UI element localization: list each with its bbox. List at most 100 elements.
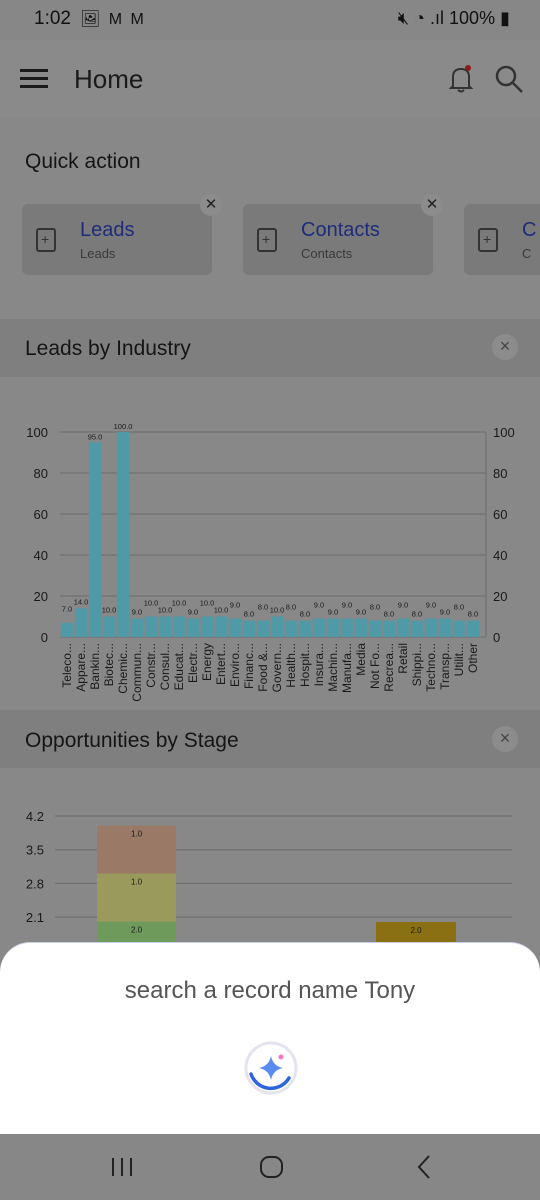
- notification-bell-icon[interactable]: [448, 64, 474, 94]
- chart-bar: [312, 618, 326, 637]
- chart-bar: [270, 616, 284, 637]
- quick-action-label: Leads: [80, 219, 135, 241]
- x-tick-label: Health...: [284, 643, 298, 688]
- y-tick-label: 2.8: [26, 876, 44, 891]
- data-label: 9.0: [328, 608, 338, 617]
- data-label: 8.0: [244, 610, 254, 619]
- data-label: 8.0: [300, 610, 310, 619]
- data-label: 2.0: [131, 926, 143, 935]
- app-bar: Home: [0, 40, 540, 118]
- x-tick-label: Chemic...: [116, 643, 130, 694]
- x-tick-label: Food &...: [256, 643, 270, 692]
- remove-contacts-close-icon[interactable]: ✕: [421, 194, 443, 216]
- x-tick-label: Educat...: [172, 643, 186, 690]
- data-label: 10.0: [214, 606, 229, 615]
- x-tick-label: Govern...: [270, 643, 284, 692]
- chart-bar: [214, 616, 228, 637]
- chart-bar: [326, 618, 340, 637]
- data-label: 14.0: [74, 597, 89, 606]
- menu-icon[interactable]: [20, 69, 48, 89]
- x-tick-label: Machin...: [326, 643, 340, 692]
- chart-bar: [102, 616, 116, 637]
- x-tick-label: Appare...: [74, 643, 88, 692]
- y-tick-label-left: 100: [26, 425, 48, 440]
- x-tick-label: Consul...: [158, 643, 172, 690]
- chart-bar: [60, 622, 74, 637]
- quick-action-sub: C: [522, 246, 532, 261]
- quick-action-sub: Contacts: [301, 246, 353, 261]
- x-tick-label: Media: [354, 643, 368, 676]
- leads-by-industry-chart: 0 0 20 20 40 40 60 60 80 80 100 100 7.0 Teleco... 14.0…: [26, 422, 514, 702]
- assistant-query-text: search a record name Tony: [124, 977, 416, 1004]
- leads-by-industry-title: Leads by Industry: [25, 337, 191, 360]
- data-label: 8.0: [454, 603, 464, 612]
- y-tick-label-right: 0: [493, 630, 500, 645]
- data-label: 1.0: [131, 830, 143, 839]
- y-tick-label-left: 20: [34, 589, 48, 604]
- data-label: 95.0: [88, 432, 103, 441]
- chart-bar: [396, 618, 410, 637]
- x-tick-label: Financ...: [242, 643, 256, 689]
- back-icon[interactable]: [414, 1152, 434, 1182]
- data-label: 8.0: [468, 610, 478, 619]
- data-label: 9.0: [356, 608, 366, 617]
- leads-chart-close-icon[interactable]: ×: [492, 334, 518, 360]
- recent-apps-icon[interactable]: [110, 1152, 134, 1182]
- assistant-sparkle-icon[interactable]: [243, 1040, 299, 1096]
- data-label: 10.0: [172, 599, 187, 608]
- chart-bar: [172, 616, 186, 637]
- x-tick-label: Enviro...: [228, 643, 242, 687]
- data-label: 100.0: [114, 422, 133, 431]
- status-bar: 1:02 🖼 M M 🔇︎ ◔ .ıl 100% ▮: [0, 0, 540, 40]
- x-tick-label: Recrea...: [382, 643, 396, 692]
- system-nav-bar: [0, 1134, 540, 1200]
- quick-action-third[interactable]: C C: [464, 204, 540, 275]
- remove-leads-close-icon[interactable]: ✕: [200, 194, 222, 216]
- x-tick-label: Constr...: [144, 643, 158, 688]
- search-icon[interactable]: [494, 64, 524, 94]
- x-tick-label: Transp...: [438, 643, 452, 690]
- x-tick-label: Energy: [200, 643, 214, 681]
- data-label: 9.0: [342, 601, 352, 610]
- data-label: 8.0: [258, 603, 268, 612]
- data-label: 9.0: [426, 601, 436, 610]
- chart-bar: [354, 618, 368, 637]
- y-tick-label-left: 80: [34, 466, 48, 481]
- add-document-icon: [36, 228, 56, 252]
- chart-bar: [340, 618, 354, 637]
- data-label: 8.0: [370, 603, 380, 612]
- wifi-icon: ◔: [414, 8, 425, 28]
- x-tick-label: Entert...: [214, 643, 228, 685]
- x-tick-label: Teleco...: [60, 643, 74, 688]
- y-tick-label: 2.1: [26, 910, 44, 925]
- add-document-icon: [257, 228, 277, 252]
- data-label: 9.0: [398, 601, 408, 610]
- chart-bar: [130, 618, 144, 637]
- x-tick-label: Retail: [396, 643, 410, 674]
- y-tick-label-right: 20: [493, 589, 507, 604]
- data-label: 7.0: [62, 605, 72, 614]
- quick-action-contacts[interactable]: Contacts Contacts: [243, 204, 433, 275]
- add-document-icon: [478, 228, 498, 252]
- opportunities-chart-close-icon[interactable]: ×: [492, 726, 518, 752]
- home-icon[interactable]: [259, 1152, 285, 1182]
- data-label: 9.0: [314, 601, 324, 610]
- battery-icon: ▮: [500, 8, 510, 28]
- opportunities-by-stage-chart: 2.1 2.8 3.5 4.2 1.0 1.0 2.0 2.0: [26, 809, 512, 943]
- chart-bar: [158, 616, 172, 637]
- quick-action-label: C: [522, 219, 537, 241]
- chart-bar: [116, 432, 130, 637]
- chart-bar: [452, 620, 466, 637]
- quick-action-title: Quick action: [25, 150, 141, 173]
- y-tick-label-right: 40: [493, 548, 507, 563]
- chart-bar: [382, 620, 396, 637]
- x-tick-label: Hospit...: [298, 643, 312, 687]
- y-tick-label-left: 60: [34, 507, 48, 522]
- status-time: 1:02: [34, 8, 71, 29]
- data-label: 2.0: [410, 926, 422, 935]
- data-label: 1.0: [131, 878, 143, 887]
- data-label: 8.0: [384, 610, 394, 619]
- data-label: 9.0: [230, 601, 240, 610]
- quick-action-leads[interactable]: Leads Leads: [22, 204, 212, 275]
- y-tick-label-right: 60: [493, 507, 507, 522]
